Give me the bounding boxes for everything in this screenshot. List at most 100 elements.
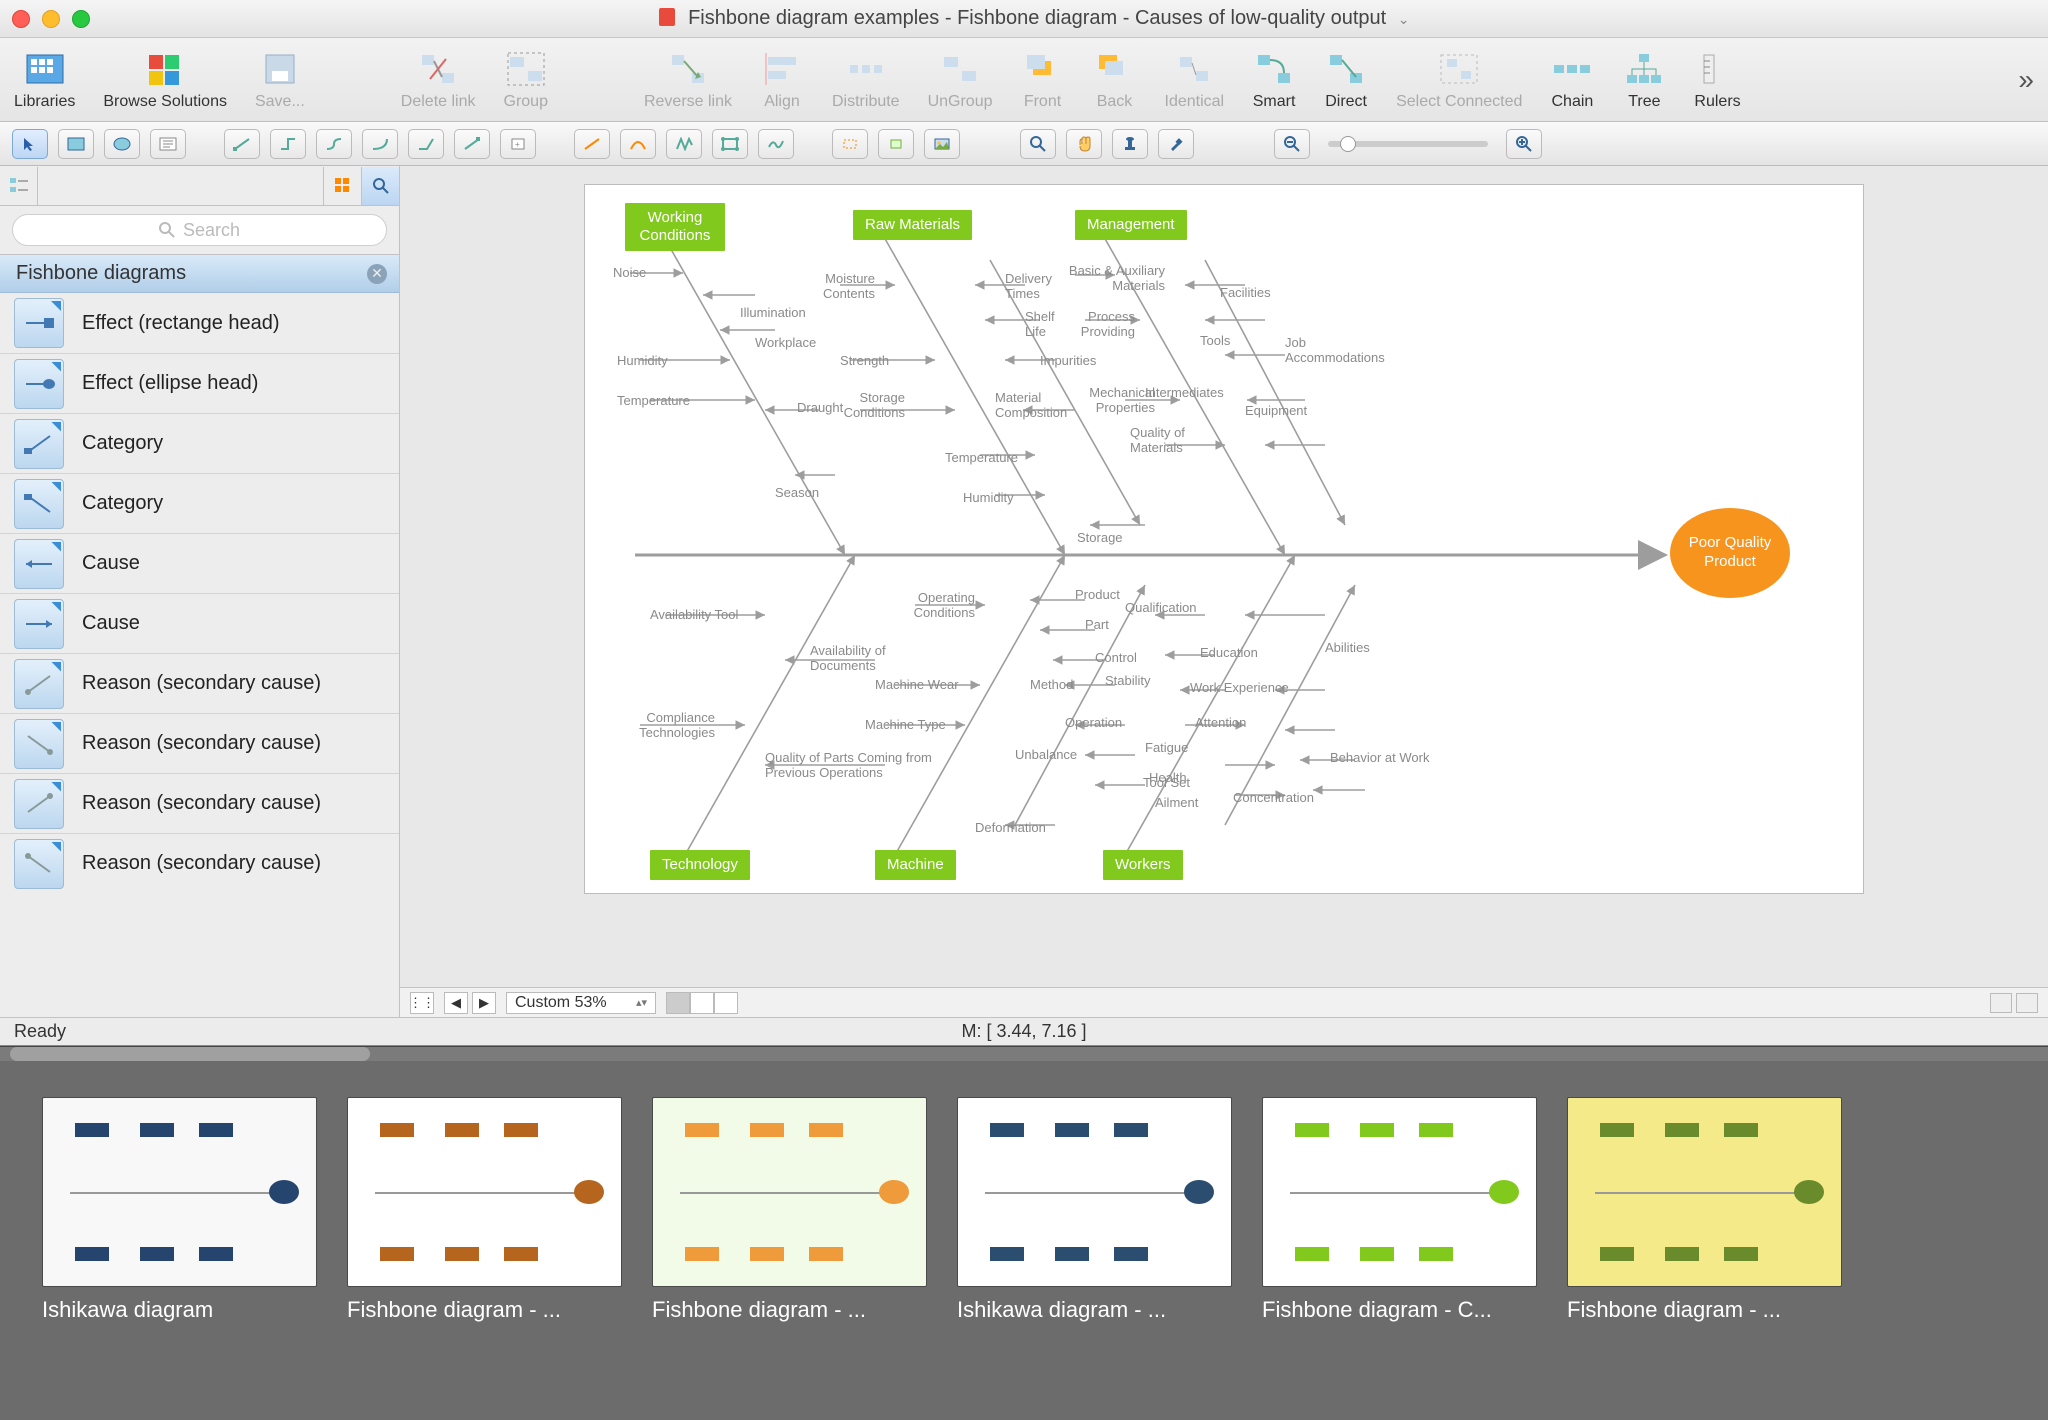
category-workers[interactable]: Workers: [1103, 850, 1183, 880]
toolbar-front[interactable]: Front: [1021, 49, 1065, 111]
category-management[interactable]: Management: [1075, 210, 1187, 240]
toolbar-direct[interactable]: Direct: [1324, 49, 1368, 111]
tool-rect[interactable]: [58, 129, 94, 159]
category-raw-materials[interactable]: Raw Materials: [853, 210, 972, 240]
tool-image[interactable]: [924, 129, 960, 159]
zoom-display[interactable]: Custom 53% ▴▾: [506, 992, 656, 1014]
panel-tab-outline[interactable]: [0, 167, 38, 205]
tool-text[interactable]: [150, 129, 186, 159]
library-item-label: Effect (ellipse head): [82, 372, 258, 395]
toolbar-identical[interactable]: Identical: [1165, 49, 1225, 111]
tool-ellipse[interactable]: [104, 129, 140, 159]
tool-line-5[interactable]: [758, 129, 794, 159]
category-machine[interactable]: Machine: [875, 850, 956, 880]
library-item[interactable]: Reason (secondary cause): [0, 833, 399, 893]
chevron-down-icon[interactable]: ⌄: [1398, 11, 1410, 27]
footer-icon-1[interactable]: [1990, 993, 2012, 1013]
gallery-thumbnail: [1262, 1097, 1537, 1287]
category-working-conditions[interactable]: Working Conditions: [625, 203, 725, 251]
search-input[interactable]: Search: [12, 214, 387, 246]
panel-tab-grid[interactable]: [323, 167, 361, 205]
cause-label: Health: [1149, 770, 1187, 785]
toolbar-align[interactable]: Align: [760, 49, 804, 111]
tool-line-2[interactable]: [620, 129, 656, 159]
panel-tab-search[interactable]: [361, 167, 399, 205]
panel-toggle-button[interactable]: ⋮⋮: [410, 992, 434, 1014]
minimize-window-button[interactable]: [42, 10, 60, 28]
toolbar-rulers[interactable]: Rulers: [1694, 49, 1740, 111]
toolbar-delete-link[interactable]: Delete link: [401, 49, 476, 111]
toolbar-tree[interactable]: Tree: [1622, 49, 1666, 111]
cause-label: Storage Conditions: [835, 390, 905, 420]
toolbar-back[interactable]: Back: [1093, 49, 1137, 111]
tool-connector-1[interactable]: [224, 129, 260, 159]
toolbar-save[interactable]: Save...: [255, 49, 305, 111]
prev-page-button[interactable]: ◀: [444, 992, 468, 1014]
tool-stamp[interactable]: [1112, 129, 1148, 159]
close-icon[interactable]: ✕: [367, 264, 387, 284]
tool-line-4[interactable]: [712, 129, 748, 159]
tool-crop[interactable]: [832, 129, 868, 159]
tool-connector-5[interactable]: [408, 129, 444, 159]
library-item[interactable]: Effect (ellipse head): [0, 353, 399, 413]
library-search-row: Search: [0, 206, 399, 255]
view-mode-1[interactable]: [666, 992, 690, 1014]
tool-eyedropper[interactable]: [1158, 129, 1194, 159]
library-item[interactable]: Reason (secondary cause): [0, 713, 399, 773]
canvas-scroll[interactable]: Working Conditions Raw Materials Managem…: [400, 166, 2048, 987]
diagram-page[interactable]: Working Conditions Raw Materials Managem…: [584, 184, 1864, 894]
cause-label: Humidity: [617, 353, 668, 368]
gallery-card[interactable]: Ishikawa diagram - ...: [957, 1097, 1232, 1420]
tool-line-3[interactable]: [666, 129, 702, 159]
next-page-button[interactable]: ▶: [472, 992, 496, 1014]
gallery-scrollbar[interactable]: [0, 1047, 2048, 1061]
canvas-area: Working Conditions Raw Materials Managem…: [400, 166, 2048, 1017]
toolbar-browse-solutions[interactable]: Browse Solutions: [103, 49, 227, 111]
toolbar-smart[interactable]: Smart: [1252, 49, 1296, 111]
library-item[interactable]: Category: [0, 413, 399, 473]
tool-line-1[interactable]: [574, 129, 610, 159]
zoom-slider[interactable]: [1328, 141, 1488, 147]
tool-connector-4[interactable]: [362, 129, 398, 159]
library-list[interactable]: Effect (rectange head) Effect (ellipse he…: [0, 293, 399, 1017]
toolbar-ungroup[interactable]: UnGroup: [928, 49, 993, 111]
toolbar-distribute[interactable]: Distribute: [832, 49, 900, 111]
library-item[interactable]: Reason (secondary cause): [0, 773, 399, 833]
effect-head[interactable]: Poor Quality Product: [1670, 508, 1790, 598]
tool-connector-3[interactable]: [316, 129, 352, 159]
gallery-card[interactable]: Ishikawa diagram: [42, 1097, 317, 1420]
library-item[interactable]: Cause: [0, 593, 399, 653]
toolbar-group[interactable]: Group: [504, 49, 548, 111]
tool-connector-6[interactable]: [454, 129, 490, 159]
gallery-card[interactable]: Fishbone diagram - ...: [347, 1097, 622, 1420]
library-item[interactable]: Category: [0, 473, 399, 533]
gallery-card[interactable]: Fishbone diagram - ...: [652, 1097, 927, 1420]
view-mode-3[interactable]: [714, 992, 738, 1014]
tool-connector-2[interactable]: [270, 129, 306, 159]
tool-hand[interactable]: [1066, 129, 1102, 159]
view-mode-2[interactable]: [690, 992, 714, 1014]
category-technology[interactable]: Technology: [650, 850, 750, 880]
toolbar-chain[interactable]: Chain: [1550, 49, 1594, 111]
tool-zoom[interactable]: [1020, 129, 1056, 159]
library-item[interactable]: Cause: [0, 533, 399, 593]
footer-icon-2[interactable]: [2016, 993, 2038, 1013]
tool-pointer[interactable]: [12, 129, 48, 159]
toolbar-reverse-link[interactable]: Reverse link: [644, 49, 732, 111]
library-item[interactable]: Effect (rectange head): [0, 293, 399, 353]
zoom-in-button[interactable]: [1506, 129, 1542, 159]
toolbar-overflow-button[interactable]: »: [2018, 64, 2034, 96]
library-item[interactable]: Reason (secondary cause): [0, 653, 399, 713]
zoom-out-button[interactable]: [1274, 129, 1310, 159]
toolbar-label: Save...: [255, 93, 305, 111]
gallery-card[interactable]: Fishbone diagram - ...: [1567, 1097, 1842, 1420]
tool-snap[interactable]: [878, 129, 914, 159]
close-window-button[interactable]: [12, 10, 30, 28]
tool-insert[interactable]: +: [500, 129, 536, 159]
gallery-card[interactable]: Fishbone diagram - C...: [1262, 1097, 1537, 1420]
toolbar-select-connected[interactable]: Select Connected: [1396, 49, 1522, 111]
cause-label: Temperature: [945, 450, 1018, 465]
library-header[interactable]: Fishbone diagrams ✕: [0, 255, 399, 293]
toolbar-libraries[interactable]: Libraries: [14, 49, 75, 111]
zoom-window-button[interactable]: [72, 10, 90, 28]
